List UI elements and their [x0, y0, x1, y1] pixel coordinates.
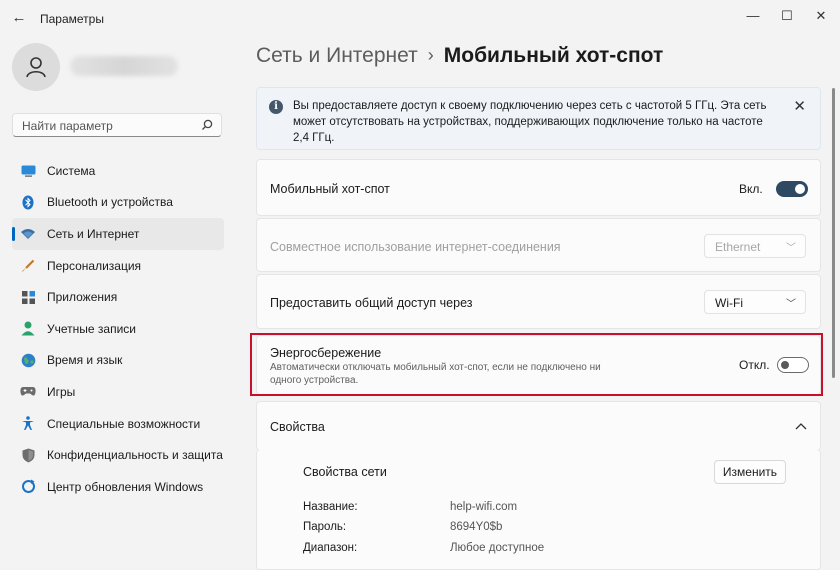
power-saving-label: Энергосбережение [270, 346, 382, 360]
sidebar-item-label: Конфиденциальность и защита [47, 448, 223, 463]
search-input[interactable]: Найти параметр [12, 113, 222, 137]
power-saving-row: Энергосбережение Автоматически отключать… [256, 335, 821, 395]
sidebar-item-time-language[interactable]: Время и язык [12, 345, 224, 377]
sidebar-item-label: Система [47, 163, 96, 178]
properties-body: Свойства сети Изменить Название: help-wi… [256, 450, 821, 570]
title-bar: ← Параметры — ☐ ✕ [0, 0, 840, 36]
search-icon [202, 119, 213, 130]
sidebar-item-gaming[interactable]: Игры [12, 376, 224, 408]
person-icon [20, 321, 36, 337]
network-properties-title: Свойства сети [303, 465, 387, 479]
hotspot-row: Мобильный хот-спот Вкл. [256, 159, 821, 216]
sidebar-item-accessibility[interactable]: Специальные возможности [12, 408, 224, 440]
close-window-icon[interactable]: ✕ [806, 6, 836, 26]
password-value: 8694Y0$b [450, 521, 503, 533]
properties-label: Свойства [270, 420, 325, 434]
share-over-label: Предоставить общий доступ через [270, 296, 473, 310]
share-over-value: Wi-Fi [715, 296, 743, 310]
sidebar-nav: Система Bluetooth и устройства Сеть и Ин… [12, 155, 224, 503]
shield-icon [20, 447, 36, 463]
chevron-up-icon[interactable] [795, 422, 807, 430]
sidebar-item-label: Приложения [47, 290, 118, 305]
scrollbar[interactable] [832, 88, 835, 378]
sidebar-item-label: Учетные записи [47, 321, 136, 336]
info-bar-text: Вы предоставляете доступ к своему подклю… [293, 100, 767, 144]
chevron-down-icon: ﹀ [786, 299, 796, 310]
sidebar-item-label: Центр обновления Windows [47, 479, 204, 494]
sidebar-item-privacy[interactable]: Конфиденциальность и защита [12, 439, 224, 471]
band-key: Диапазон: [303, 542, 358, 554]
name-key: Название: [303, 501, 358, 513]
info-icon: i [269, 100, 283, 114]
breadcrumb-parent[interactable]: Сеть и Интернет [256, 44, 418, 67]
share-connection-row: Совместное использование интернет-соедин… [256, 218, 821, 272]
password-key: Пароль: [303, 521, 347, 533]
power-saving-description: Автоматически отключать мобильный хот-сп… [270, 362, 601, 386]
chevron-down-icon: ﹀ [786, 243, 796, 254]
breadcrumb: Сеть и Интернет › Мобильный хот-спот [256, 44, 663, 68]
brush-icon [20, 258, 36, 274]
info-bar: i Вы предоставляете доступ к своему подк… [256, 87, 821, 150]
sidebar-item-personalization[interactable]: Персонализация [12, 250, 224, 282]
page-title: Мобильный хот-спот [443, 44, 664, 67]
search-placeholder: Найти параметр [22, 119, 113, 133]
sidebar-item-apps[interactable]: Приложения [12, 281, 224, 313]
toggle-knob [781, 361, 789, 369]
sidebar-item-label: Игры [47, 384, 76, 399]
name-value: help-wifi.com [450, 501, 518, 513]
share-connection-label: Совместное использование интернет-соедин… [270, 240, 561, 254]
sidebar-item-windows-update[interactable]: Центр обновления Windows [12, 471, 224, 503]
properties-header[interactable]: Свойства [256, 401, 821, 451]
bluetooth-icon [20, 194, 36, 210]
sidebar-item-bluetooth[interactable]: Bluetooth и устройства [12, 187, 224, 219]
avatar[interactable] [12, 43, 60, 91]
globe-icon [20, 352, 36, 368]
sidebar-item-system[interactable]: Система [12, 155, 224, 187]
toggle-knob [795, 184, 805, 194]
power-saving-state: Откл. [739, 358, 770, 372]
accessibility-icon [20, 416, 36, 432]
hotspot-label: Мобильный хот-спот [270, 182, 390, 196]
profile-name-redacted [70, 56, 178, 76]
app-title: Параметры [40, 12, 104, 26]
band-value: Любое доступное [450, 542, 545, 554]
minimize-icon[interactable]: — [738, 6, 768, 26]
sidebar-item-network[interactable]: Сеть и Интернет [12, 218, 224, 250]
hotspot-state: Вкл. [739, 182, 763, 196]
sidebar-item-label: Bluetooth и устройства [47, 195, 173, 210]
sidebar-item-label: Сеть и Интернет [47, 226, 140, 241]
sidebar-item-label: Персонализация [47, 258, 142, 273]
back-arrow-icon[interactable]: ← [10, 9, 28, 27]
share-over-dropdown[interactable]: Wi-Fi ﹀ [704, 290, 806, 314]
power-saving-toggle[interactable] [777, 357, 809, 373]
share-over-row: Предоставить общий доступ через Wi-Fi ﹀ [256, 274, 821, 329]
wifi-icon [20, 226, 36, 242]
close-icon[interactable]: ✕ [793, 97, 806, 115]
apps-icon [20, 289, 36, 305]
sidebar-item-accounts[interactable]: Учетные записи [12, 313, 224, 345]
share-connection-dropdown[interactable]: Ethernet ﹀ [704, 234, 806, 258]
monitor-icon [20, 163, 36, 179]
gamepad-icon [20, 384, 36, 400]
maximize-icon[interactable]: ☐ [772, 6, 802, 26]
hotspot-toggle[interactable] [776, 181, 808, 197]
share-connection-value: Ethernet [715, 240, 761, 254]
breadcrumb-separator: › [427, 45, 434, 65]
user-icon [26, 57, 46, 78]
edit-button[interactable]: Изменить [714, 460, 786, 484]
update-icon [20, 479, 36, 495]
sidebar-item-label: Специальные возможности [47, 416, 201, 431]
sidebar-item-label: Время и язык [47, 353, 123, 368]
